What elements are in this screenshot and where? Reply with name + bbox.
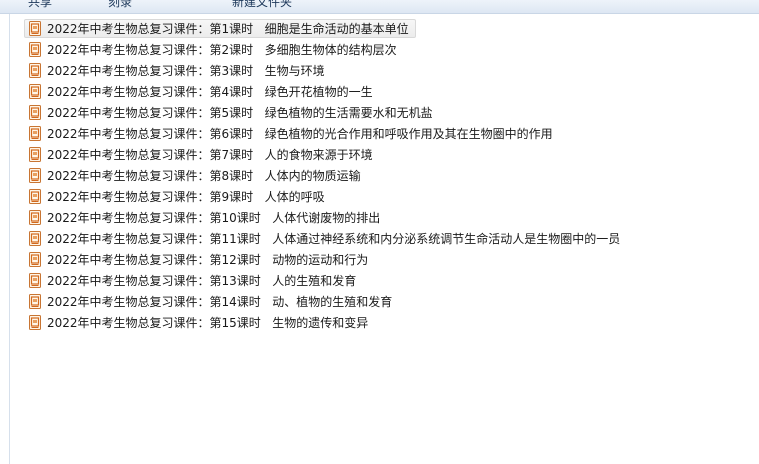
file-name: 2022年中考生物总复习课件：第1课时 细胞是生命活动的基本单位: [47, 22, 409, 36]
file-list-item[interactable]: 2022年中考生物总复习课件：第1课时 细胞是生命活动的基本单位: [24, 19, 416, 38]
file-name: 2022年中考生物总复习课件：第2课时 多细胞生物体的结构层次: [47, 43, 397, 57]
file-list-item[interactable]: 2022年中考生物总复习课件：第13课时 人的生殖和发育: [24, 271, 363, 290]
file-name: 2022年中考生物总复习课件：第9课时 人体的呼吸: [47, 190, 325, 204]
file-list-item[interactable]: 2022年中考生物总复习课件：第7课时 人的食物来源于环境: [24, 145, 380, 164]
file-name: 2022年中考生物总复习课件：第3课时 生物与环境: [47, 64, 325, 78]
powerpoint-file-icon: [29, 42, 41, 57]
file-list-item[interactable]: 2022年中考生物总复习课件：第10课时 人体代谢废物的排出: [24, 208, 387, 227]
powerpoint-file-icon: [29, 63, 41, 78]
file-name: 2022年中考生物总复习课件：第15课时 生物的遗传和变异: [47, 316, 369, 330]
file-list: 2022年中考生物总复习课件：第1课时 细胞是生命活动的基本单位 2022年中考…: [24, 19, 744, 334]
file-name: 2022年中考生物总复习课件：第11课时 人体通过神经系统和内分泌系统调节生命活…: [47, 232, 621, 246]
file-list-item[interactable]: 2022年中考生物总复习课件：第14课时 动、植物的生殖和发育: [24, 292, 399, 311]
powerpoint-file-icon: [29, 168, 41, 183]
share-menu-button[interactable]: 共享: [28, 0, 52, 10]
file-list-item[interactable]: 2022年中考生物总复习课件：第12课时 动物的运动和行为: [24, 250, 375, 269]
powerpoint-file-icon: [29, 126, 41, 141]
powerpoint-file-icon: [29, 273, 41, 288]
command-bar: 共享 刻录 新建文件夹: [0, 0, 759, 14]
file-list-item[interactable]: 2022年中考生物总复习课件：第15课时 生物的遗传和变异: [24, 313, 375, 332]
file-list-item[interactable]: 2022年中考生物总复习课件：第4课时 绿色开花植物的一生: [24, 82, 380, 101]
file-list-item[interactable]: 2022年中考生物总复习课件：第5课时 绿色植物的生活需要水和无机盐: [24, 103, 440, 122]
powerpoint-file-icon: [29, 21, 41, 36]
file-name: 2022年中考生物总复习课件：第13课时 人的生殖和发育: [47, 274, 357, 288]
powerpoint-file-icon: [29, 294, 41, 309]
file-name: 2022年中考生物总复习课件：第12课时 动物的运动和行为: [47, 253, 369, 267]
file-name: 2022年中考生物总复习课件：第10课时 人体代谢废物的排出: [47, 211, 381, 225]
new-folder-button[interactable]: 新建文件夹: [232, 0, 292, 10]
powerpoint-file-icon: [29, 189, 41, 204]
powerpoint-file-icon: [29, 84, 41, 99]
file-name: 2022年中考生物总复习课件：第7课时 人的食物来源于环境: [47, 148, 373, 162]
powerpoint-file-icon: [29, 147, 41, 162]
navigation-pane[interactable]: [0, 14, 10, 464]
burn-button[interactable]: 刻录: [108, 0, 132, 10]
explorer-window: 共享 刻录 新建文件夹 2022年中考生物总复习课件：第1课时 细胞是生命活动的…: [0, 0, 759, 464]
powerpoint-file-icon: [29, 252, 41, 267]
powerpoint-file-icon: [29, 231, 41, 246]
file-list-item[interactable]: 2022年中考生物总复习课件：第2课时 多细胞生物体的结构层次: [24, 40, 404, 59]
file-name: 2022年中考生物总复习课件：第14课时 动、植物的生殖和发育: [47, 295, 393, 309]
file-name: 2022年中考生物总复习课件：第6课时 绿色植物的光合作用和呼吸作用及其在生物圈…: [47, 127, 553, 141]
powerpoint-file-icon: [29, 210, 41, 225]
file-list-item[interactable]: 2022年中考生物总复习课件：第8课时 人体内的物质运输: [24, 166, 368, 185]
powerpoint-file-icon: [29, 315, 41, 330]
file-name: 2022年中考生物总复习课件：第4课时 绿色开花植物的一生: [47, 85, 373, 99]
file-list-item[interactable]: 2022年中考生物总复习课件：第11课时 人体通过神经系统和内分泌系统调节生命活…: [24, 229, 627, 248]
file-list-item[interactable]: 2022年中考生物总复习课件：第9课时 人体的呼吸: [24, 187, 332, 206]
file-list-item[interactable]: 2022年中考生物总复习课件：第6课时 绿色植物的光合作用和呼吸作用及其在生物圈…: [24, 124, 560, 143]
file-list-item[interactable]: 2022年中考生物总复习课件：第3课时 生物与环境: [24, 61, 332, 80]
powerpoint-file-icon: [29, 105, 41, 120]
file-name: 2022年中考生物总复习课件：第5课时 绿色植物的生活需要水和无机盐: [47, 106, 433, 120]
file-name: 2022年中考生物总复习课件：第8课时 人体内的物质运输: [47, 169, 361, 183]
